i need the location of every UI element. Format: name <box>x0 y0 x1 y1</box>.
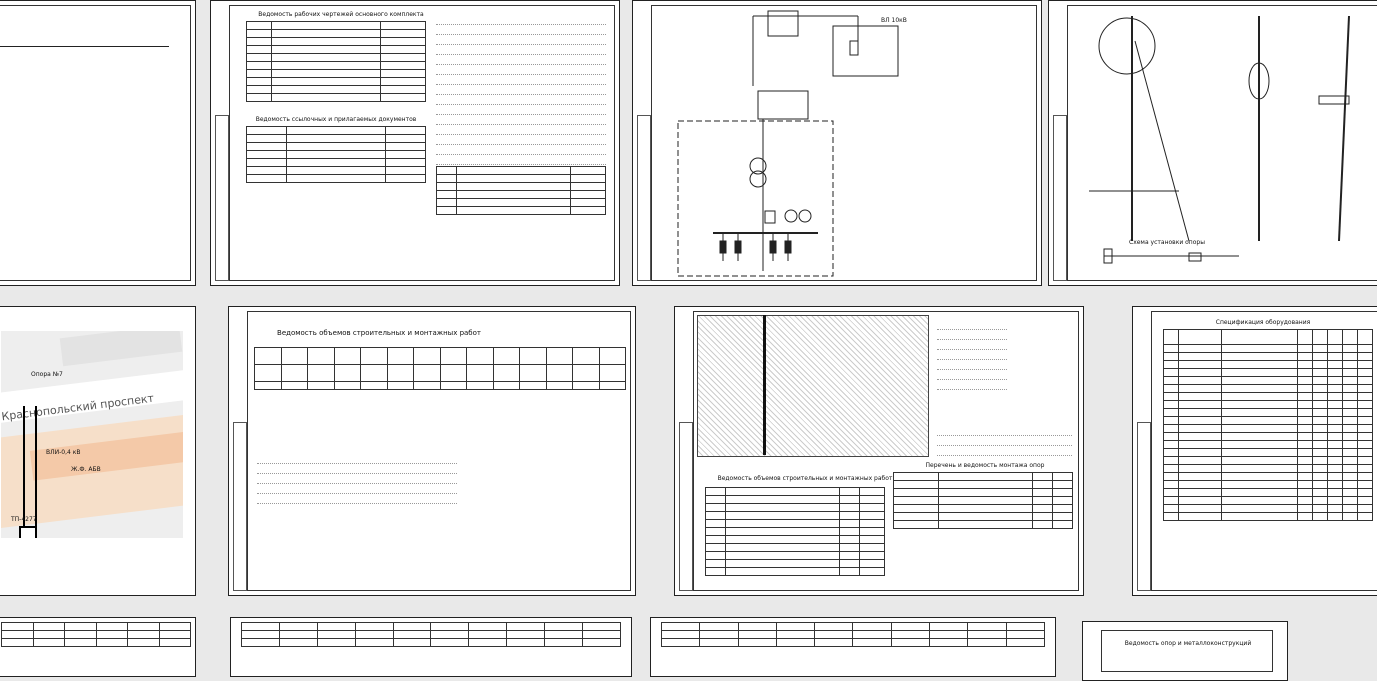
poles-table <box>893 472 1073 529</box>
drawing-sheet-7[interactable]: Спецификация оборудования <box>1132 306 1377 596</box>
stamp-side <box>679 422 693 591</box>
drawing-sheet-2[interactable]: Ведомость рабочих чертежей основного ком… <box>210 0 620 286</box>
notes-block <box>436 16 606 176</box>
stamp-side <box>233 422 247 591</box>
partial-table <box>660 622 1046 647</box>
map-label: Опора №7 <box>31 371 63 378</box>
drawing-sheet-9[interactable] <box>230 617 632 677</box>
drawing-sheet-4[interactable]: Схема установки опоры <box>1048 0 1377 286</box>
partial-table <box>1 622 191 647</box>
map-area: Краснопольский проспект Опора №7 ВЛИ-0,4… <box>1 331 183 538</box>
stamp-side <box>215 114 229 281</box>
works-table <box>254 347 626 390</box>
drawing-sheet-1[interactable] <box>0 0 196 286</box>
map-sheet[interactable]: Краснопольский проспект Опора №7 ВЛИ-0,4… <box>0 306 196 596</box>
notes-block <box>257 455 457 505</box>
pole-caption: Схема установки опоры <box>1129 239 1205 246</box>
substation-icon <box>19 526 37 538</box>
partial-table <box>241 622 621 647</box>
table-title: Перечень и ведомость монтажа опор <box>925 462 1045 469</box>
drawing-sheet-11[interactable]: Ведомость опор и металлоконструкций <box>1082 621 1288 681</box>
drawings-table <box>246 21 426 102</box>
line-label: ВЛ 10кВ <box>881 17 907 24</box>
sheet-title: Ведомость опор и металлоконструкций <box>1124 640 1252 647</box>
drawing-sheet-10[interactable] <box>650 617 1056 677</box>
notes-block <box>937 427 1072 457</box>
single-line-diagram <box>677 10 899 277</box>
map-label: ТП-4277 <box>11 516 37 523</box>
works-table <box>705 487 885 576</box>
legend-block <box>937 321 1007 391</box>
drawing-sheet-5[interactable]: Ведомость объемов строительных и монтажн… <box>228 306 636 596</box>
drawing-sheet-8[interactable] <box>0 617 196 677</box>
sheet-title: Ведомость рабочих чертежей основного ком… <box>258 11 424 18</box>
sheet-title: Спецификация оборудования <box>1215 319 1311 326</box>
map-label: Ж.Ф. АБВ <box>71 466 101 473</box>
sheet-title: Ведомость объемов строительных и монтажн… <box>717 475 893 482</box>
drawing-sheet-6[interactable]: Ведомость объемов строительных и монтажн… <box>674 306 1084 596</box>
plan-drawing <box>697 315 929 457</box>
pole-drawing <box>1089 15 1350 264</box>
specification-table <box>1163 329 1373 521</box>
stamp-side <box>1137 422 1151 591</box>
sheet-title: Ведомость объемов строительных и монтажн… <box>277 329 481 337</box>
summary-table <box>436 166 606 215</box>
documents-table <box>246 126 426 183</box>
sheet-subtitle: Ведомость ссылочных и прилагаемых докуме… <box>255 116 417 123</box>
map-label: ВЛИ-0,4 кВ <box>46 449 81 456</box>
drawing-sheet-3[interactable]: ВЛ 10кВ <box>632 0 1042 286</box>
